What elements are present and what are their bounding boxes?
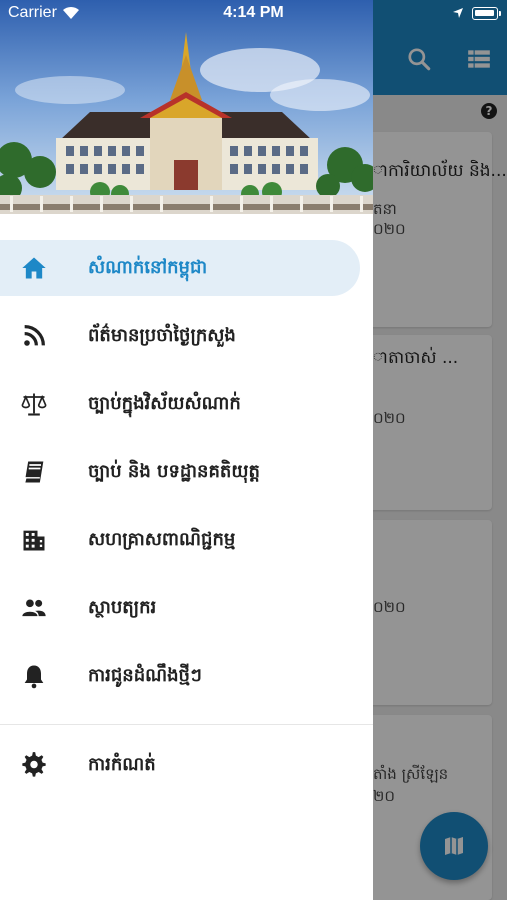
menu-item-notifications[interactable]: ការជូនដំណឹងថ្មីៗ: [0, 648, 373, 716]
battery-tip: [499, 11, 501, 16]
battery-icon: [472, 7, 498, 20]
menu-item-settings[interactable]: ការកំណត់: [0, 737, 373, 805]
menu-item-label: ច្បាប់ និង បទដ្ឋានគតិយុត្ត: [88, 461, 260, 482]
status-bar: Carrier 4:14 PM: [0, 0, 507, 26]
building-icon: [23, 530, 45, 551]
menu-item-enterprises[interactable]: សហគ្រាសពាណិជ្ជកម្ម: [0, 512, 373, 580]
bell-icon: [24, 665, 44, 689]
menu-item-laws-regulations[interactable]: ច្បាប់ និង បទដ្ឋានគតិយុត្ត: [0, 444, 373, 512]
clock-label: 4:14 PM: [223, 4, 284, 21]
menu-item-law-sector[interactable]: ច្បាប់ក្នុងវិស័យសំណាក់: [0, 376, 373, 444]
menu-item-label: ច្បាប់ក្នុងវិស័យសំណាក់: [88, 393, 241, 414]
rss-icon: [24, 325, 45, 346]
home-icon: [22, 257, 46, 279]
court-building-illustration: [0, 0, 373, 222]
menu-item-home[interactable]: សំណាក់នៅកម្ពុជា: [0, 240, 373, 308]
menu-item-label: សំណាក់នៅកម្ពុជា: [88, 257, 208, 278]
menu-item-label: ការជូនដំណឹងថ្មីៗ: [88, 665, 202, 686]
gear-icon: [22, 752, 46, 777]
book-icon: [23, 461, 44, 483]
scale-icon: [21, 393, 47, 416]
menu-item-label: សហគ្រាសពាណិជ្ជកម្ម: [88, 529, 236, 550]
menu-divider: [0, 724, 373, 725]
menu-item-label: ស្ថាបត្យករ: [88, 597, 157, 618]
navigation-drawer: សំណាក់នៅកម្ពុជា ព័ត៌មានប្រចាំថ្ងៃក្រសួង …: [0, 0, 373, 900]
menu-item-label: ព័ត៌មានប្រចាំថ្ងៃក្រសួង: [88, 325, 236, 346]
drawer-menu: សំណាក់នៅកម្ពុជា ព័ត៌មានប្រចាំថ្ងៃក្រសួង …: [0, 240, 373, 805]
drawer-header-image: [0, 0, 373, 222]
people-icon: [22, 599, 46, 617]
menu-item-label: ការកំណត់: [88, 754, 156, 775]
menu-item-architects[interactable]: ស្ថាបត្យករ: [0, 580, 373, 648]
menu-item-news[interactable]: ព័ត៌មានប្រចាំថ្ងៃក្រសួង: [0, 308, 373, 376]
location-icon: [453, 8, 463, 18]
